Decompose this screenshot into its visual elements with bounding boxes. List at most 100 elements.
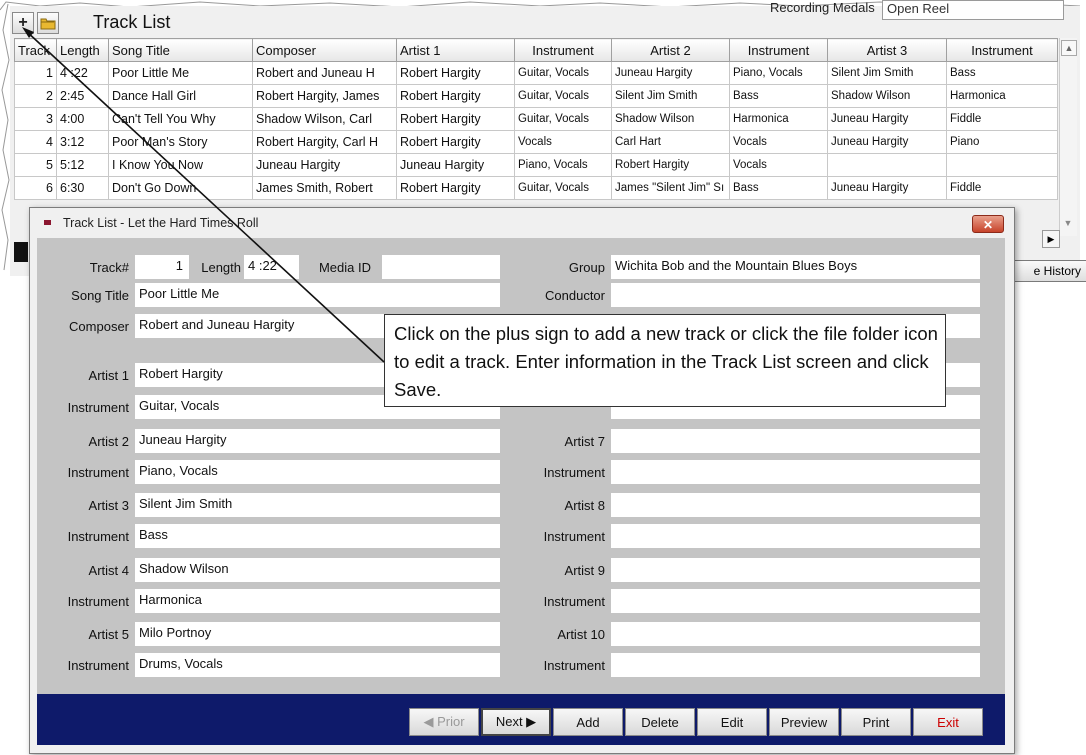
- col-header[interactable]: Song Title: [108, 38, 253, 62]
- table-cell[interactable]: Robert Hargity: [396, 84, 515, 108]
- delete-button[interactable]: Delete: [625, 708, 695, 736]
- instrument-7-field[interactable]: [611, 460, 980, 484]
- exit-button[interactable]: Exit: [913, 708, 983, 736]
- table-cell[interactable]: 6:30: [56, 176, 109, 200]
- table-cell[interactable]: 2:45: [56, 84, 109, 108]
- table-cell[interactable]: Juneau Hargity: [827, 176, 947, 200]
- table-cell[interactable]: Carl Hart: [611, 130, 730, 154]
- table-cell[interactable]: Guitar, Vocals: [514, 107, 612, 131]
- instrument-9-field[interactable]: [611, 589, 980, 613]
- table-cell[interactable]: Bass: [946, 61, 1058, 85]
- table-cell[interactable]: Can't Tell You Why: [108, 107, 253, 131]
- table-cell[interactable]: Robert Hargity: [611, 153, 730, 177]
- table-cell[interactable]: Juneau Hargity: [827, 107, 947, 131]
- table-cell[interactable]: Piano: [946, 130, 1058, 154]
- table-cell[interactable]: Shadow Wilson: [611, 107, 730, 131]
- add-track-button[interactable]: +: [12, 12, 34, 34]
- table-cell[interactable]: Silent Jim Smith: [611, 84, 730, 108]
- col-header[interactable]: Artist 1: [396, 38, 515, 62]
- table-cell[interactable]: Robert Hargity: [396, 130, 515, 154]
- song-title-field[interactable]: Poor Little Me: [135, 283, 500, 307]
- col-header[interactable]: Track: [14, 38, 57, 62]
- preview-button[interactable]: Preview: [769, 708, 839, 736]
- table-cell[interactable]: Piano, Vocals: [514, 153, 612, 177]
- table-cell[interactable]: 5: [14, 153, 57, 177]
- table-cell[interactable]: Guitar, Vocals: [514, 176, 612, 200]
- table-cell[interactable]: 4: [14, 130, 57, 154]
- table-row[interactable]: 5 5:12 I Know You Now Juneau Hargity Juneau …: [14, 153, 1058, 177]
- table-row[interactable]: 6 6:30 Don't Go Down James Smith, Robert Rob…: [14, 176, 1058, 200]
- table-cell[interactable]: 2: [14, 84, 57, 108]
- artist-4-field[interactable]: Shadow Wilson: [135, 558, 500, 582]
- col-header[interactable]: Composer: [252, 38, 397, 62]
- edit-track-button[interactable]: [37, 12, 59, 34]
- prior-button[interactable]: ◀ Prior: [409, 708, 479, 736]
- table-cell[interactable]: Vocals: [514, 130, 612, 154]
- col-header[interactable]: Instrument: [729, 38, 828, 62]
- table-row[interactable]: 14 :22 Poor Little Me Robert and Juneau HR…: [14, 61, 1058, 85]
- table-cell[interactable]: Shadow Wilson: [827, 84, 947, 108]
- add-button[interactable]: Add: [553, 708, 623, 736]
- artist-5-field[interactable]: Milo Portnoy: [135, 622, 500, 646]
- artist-10-field[interactable]: [611, 622, 980, 646]
- table-cell[interactable]: Fiddle: [946, 176, 1058, 200]
- scroll-down-icon[interactable]: ▼: [1061, 216, 1075, 230]
- table-row[interactable]: 2 2:45 Dance Hall Girl Robert Hargity, Jame…: [14, 84, 1058, 108]
- table-cell[interactable]: Dance Hall Girl: [108, 84, 253, 108]
- table-cell[interactable]: Juneau Hargity: [827, 130, 947, 154]
- vertical-scrollbar[interactable]: ▲ ▼: [1059, 38, 1077, 236]
- table-cell[interactable]: Harmonica: [729, 107, 828, 131]
- table-cell[interactable]: Poor Man's Story: [108, 130, 253, 154]
- table-cell[interactable]: James Smith, Robert: [252, 176, 397, 200]
- table-cell[interactable]: Piano, Vocals: [729, 61, 828, 85]
- col-header[interactable]: Instrument: [946, 38, 1058, 62]
- col-header[interactable]: Length: [56, 38, 109, 62]
- instrument-10-field[interactable]: [611, 653, 980, 677]
- table-cell[interactable]: 6: [14, 176, 57, 200]
- col-header[interactable]: Artist 3: [827, 38, 947, 62]
- instrument-8-field[interactable]: [611, 524, 980, 548]
- artist-3-field[interactable]: Silent Jim Smith: [135, 493, 500, 517]
- table-cell[interactable]: Bass: [729, 84, 828, 108]
- table-cell[interactable]: 4:00: [56, 107, 109, 131]
- recording-media-field[interactable]: Open Reel: [882, 0, 1064, 20]
- artist-2-field[interactable]: Juneau Hargity: [135, 429, 500, 453]
- instrument-4-field[interactable]: Harmonica: [135, 589, 500, 613]
- table-cell[interactable]: Vocals: [729, 153, 828, 177]
- scroll-right-icon[interactable]: ▶: [1042, 230, 1060, 248]
- col-header[interactable]: Instrument: [514, 38, 612, 62]
- artist-8-field[interactable]: [611, 493, 980, 517]
- table-cell[interactable]: Guitar, Vocals: [514, 84, 612, 108]
- table-cell[interactable]: Vocals: [729, 130, 828, 154]
- table-cell[interactable]: Don't Go Down: [108, 176, 253, 200]
- table-cell[interactable]: Bass: [729, 176, 828, 200]
- table-cell[interactable]: Robert Hargity: [396, 176, 515, 200]
- instrument-5-field[interactable]: Drums, Vocals: [135, 653, 500, 677]
- table-cell[interactable]: Shadow Wilson, Carl: [252, 107, 397, 131]
- instrument-2-field[interactable]: Piano, Vocals: [135, 460, 500, 484]
- edit-button[interactable]: Edit: [697, 708, 767, 736]
- scroll-up-icon[interactable]: ▲: [1061, 40, 1077, 56]
- group-field[interactable]: Wichita Bob and the Mountain Blues Boys: [611, 255, 980, 279]
- table-cell[interactable]: Robert Hargity: [396, 61, 515, 85]
- length-field[interactable]: 4 :22: [244, 255, 299, 279]
- table-cell[interactable]: Silent Jim Smith: [827, 61, 947, 85]
- table-cell[interactable]: Juneau Hargity: [252, 153, 397, 177]
- col-header[interactable]: Artist 2: [611, 38, 730, 62]
- track-number-field[interactable]: 1: [135, 255, 189, 279]
- table-row[interactable]: 4 3:12 Poor Man's Story Robert Hargity, Car…: [14, 130, 1058, 154]
- table-cell[interactable]: [827, 153, 947, 177]
- table-row[interactable]: 3 4:00 Can't Tell You Why Shadow Wilson, Ca…: [14, 107, 1058, 131]
- instrument-3-field[interactable]: Bass: [135, 524, 500, 548]
- next-button[interactable]: Next ▶: [481, 708, 551, 736]
- media-id-field[interactable]: [382, 255, 500, 279]
- table-cell[interactable]: Robert and Juneau H: [252, 61, 397, 85]
- table-cell[interactable]: Guitar, Vocals: [514, 61, 612, 85]
- table-cell[interactable]: Robert Hargity, James: [252, 84, 397, 108]
- table-cell[interactable]: Robert Hargity: [396, 107, 515, 131]
- table-cell[interactable]: James "Silent Jim" Sı: [611, 176, 730, 200]
- artist-7-field[interactable]: [611, 429, 980, 453]
- conductor-field[interactable]: [611, 283, 980, 307]
- table-cell[interactable]: Poor Little Me: [108, 61, 253, 85]
- table-cell[interactable]: I Know You Now: [108, 153, 253, 177]
